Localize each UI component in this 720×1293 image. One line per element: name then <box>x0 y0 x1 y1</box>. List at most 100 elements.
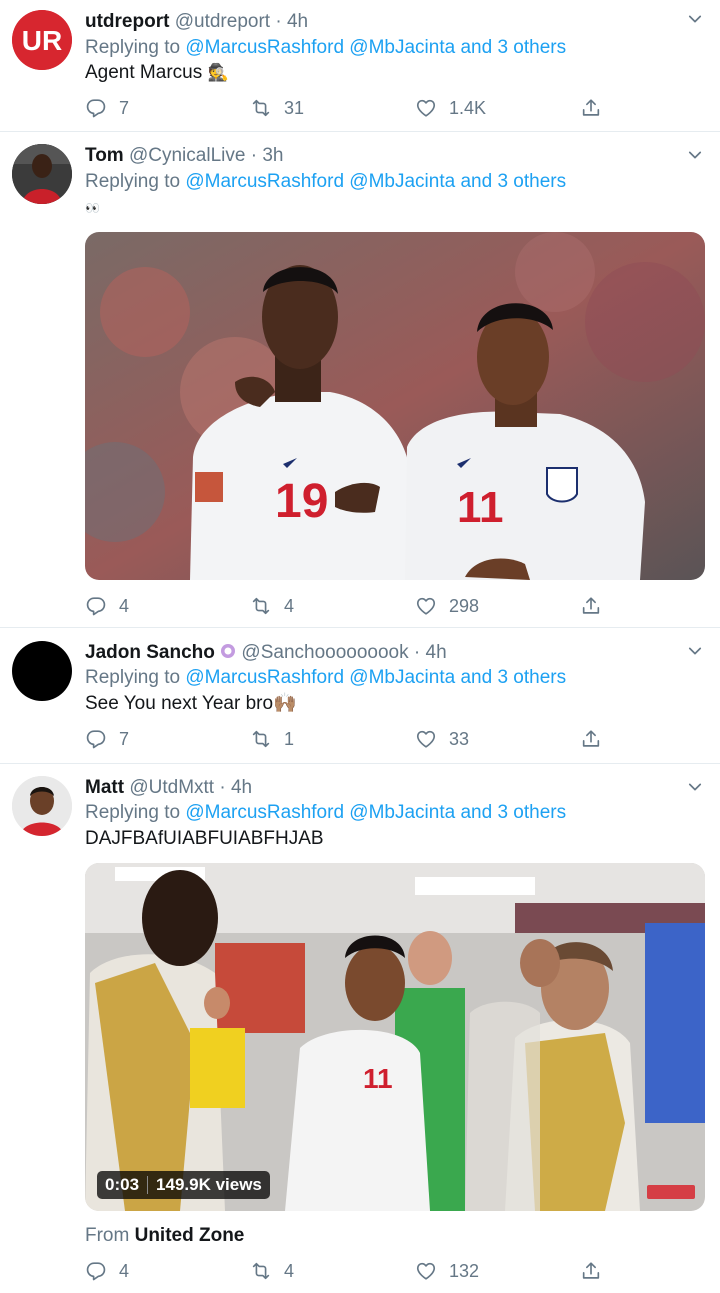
reply-count: 4 <box>119 595 130 616</box>
retweet-button[interactable]: 31 <box>250 96 304 120</box>
replying-to: Replying to @MarcusRashford @MbJacinta a… <box>85 36 566 60</box>
reply-and: and <box>460 667 493 688</box>
svg-text:11: 11 <box>363 1063 393 1094</box>
mention-link[interactable]: @MarcusRashford @MbJacinta <box>185 37 455 58</box>
retweet-count: 31 <box>284 97 305 118</box>
like-button[interactable]: 298 <box>415 594 479 618</box>
timestamp[interactable]: · 3h <box>251 145 284 166</box>
user-handle[interactable]: @CynicalLive <box>129 145 245 166</box>
reply-icon <box>85 1260 107 1282</box>
reply-and: and <box>460 171 493 192</box>
timestamp[interactable]: · 4h <box>275 11 308 32</box>
display-name[interactable]: Jadon Sancho <box>85 642 215 663</box>
tweet-header: Matt @UtdMxtt · 4h <box>85 776 252 800</box>
mention-link[interactable]: @MarcusRashford @MbJacinta <box>185 171 455 192</box>
avatar[interactable]: UR <box>12 10 72 70</box>
video-views: 149.9K views <box>156 1175 262 1194</box>
share-button[interactable] <box>580 594 614 618</box>
verified-badge-icon <box>221 644 236 658</box>
like-count: 1.4K <box>449 97 487 118</box>
tweet-header: Jadon Sancho @Sanchooooooook · 4h <box>85 641 447 665</box>
reply-button[interactable]: 7 <box>85 96 129 120</box>
retweet-count: 1 <box>284 728 295 749</box>
user-handle[interactable]: @utdreport <box>175 11 270 32</box>
tweet-photo[interactable]: 19 11 <box>85 232 705 580</box>
display-name[interactable]: utdreport <box>85 11 169 32</box>
retweet-button[interactable]: 4 <box>250 1259 294 1283</box>
reply-count: 7 <box>119 728 130 749</box>
reply-icon <box>85 595 107 617</box>
share-icon <box>580 1260 602 1282</box>
replying-to: Replying to @MarcusRashford @MbJacinta a… <box>85 666 566 690</box>
like-button[interactable]: 1.4K <box>415 96 486 120</box>
like-button[interactable]: 33 <box>415 727 469 751</box>
user-handle[interactable]: @Sanchooooooook <box>241 642 408 663</box>
tweet-video[interactable]: 11 0:03 149.9K views <box>85 863 705 1211</box>
retweet-button[interactable]: 1 <box>250 727 294 751</box>
reply-button[interactable]: 7 <box>85 727 129 751</box>
tweet[interactable]: UR utdreport @utdreport · 4h Replying to… <box>0 0 720 132</box>
avatar[interactable] <box>12 144 72 204</box>
others-link[interactable]: 3 others <box>497 667 566 688</box>
like-icon <box>415 97 437 119</box>
tweet-actions: 4 4 132 <box>85 1259 605 1283</box>
timestamp[interactable]: · 4h <box>219 777 252 798</box>
retweet-icon <box>250 97 272 119</box>
source-name-link[interactable]: United Zone <box>135 1225 245 1246</box>
tweet[interactable]: Tom @CynicalLive · 3h Replying to @Marcu… <box>0 132 720 628</box>
like-icon <box>415 728 437 750</box>
video-duration: 0:03 <box>105 1175 140 1194</box>
reply-button[interactable]: 4 <box>85 594 129 618</box>
chevron-down-icon[interactable] <box>686 642 704 660</box>
live-indicator-icon <box>647 1185 695 1199</box>
avatar[interactable] <box>12 776 72 836</box>
tweet-text: Agent Marcus 🕵 <box>85 61 229 85</box>
avatar[interactable] <box>12 641 72 701</box>
tweet[interactable]: Jadon Sancho @Sanchooooooook · 4h Replyi… <box>0 628 720 764</box>
utdreport-logo-icon: UR <box>12 10 72 70</box>
replying-to: Replying to @MarcusRashford @MbJacinta a… <box>85 801 566 825</box>
avatar-photo <box>12 144 72 204</box>
tweet-actions: 7 31 1.4K <box>85 96 605 120</box>
dressing-room-video: 11 <box>85 863 705 1211</box>
tweet-text-content: Agent Marcus <box>85 62 203 83</box>
tweet-actions: 4 4 298 <box>85 594 605 618</box>
video-source: From United Zone <box>85 1224 244 1248</box>
chevron-down-icon[interactable] <box>686 146 704 164</box>
others-link[interactable]: 3 others <box>497 171 566 192</box>
like-icon <box>415 595 437 617</box>
tweet[interactable]: Matt @UtdMxtt · 4h Replying to @MarcusRa… <box>0 764 720 1293</box>
football-players-photo: 19 11 <box>85 232 705 580</box>
share-button[interactable] <box>580 1259 614 1283</box>
mention-link[interactable]: @MarcusRashford @MbJacinta <box>185 667 455 688</box>
mention-link[interactable]: @MarcusRashford @MbJacinta <box>185 802 455 823</box>
share-button[interactable] <box>580 96 614 120</box>
reply-button[interactable]: 4 <box>85 1259 129 1283</box>
reply-icon <box>85 97 107 119</box>
tweet-text: DAJFBAfUIABFUIABFHJAB <box>85 828 324 849</box>
chevron-down-icon[interactable] <box>686 778 704 796</box>
replying-prefix: Replying to <box>85 171 181 192</box>
others-link[interactable]: 3 others <box>497 37 566 58</box>
user-handle[interactable]: @UtdMxtt <box>129 777 214 798</box>
share-button[interactable] <box>580 727 614 751</box>
reply-and: and <box>460 37 493 58</box>
retweet-icon <box>250 728 272 750</box>
replying-prefix: Replying to <box>85 37 181 58</box>
source-prefix: From <box>85 1225 130 1246</box>
tweet-actions: 7 1 33 <box>85 727 605 751</box>
like-count: 132 <box>449 1260 480 1281</box>
avatar-photo <box>12 776 72 836</box>
reply-count: 7 <box>119 97 130 118</box>
like-button[interactable]: 132 <box>415 1259 479 1283</box>
like-count: 33 <box>449 728 470 749</box>
reply-count: 4 <box>119 1260 130 1281</box>
share-icon <box>580 728 602 750</box>
retweet-icon <box>250 595 272 617</box>
others-link[interactable]: 3 others <box>497 802 566 823</box>
display-name[interactable]: Tom <box>85 145 124 166</box>
display-name[interactable]: Matt <box>85 777 124 798</box>
retweet-button[interactable]: 4 <box>250 594 294 618</box>
timestamp[interactable]: · 4h <box>414 642 447 663</box>
chevron-down-icon[interactable] <box>686 10 704 28</box>
